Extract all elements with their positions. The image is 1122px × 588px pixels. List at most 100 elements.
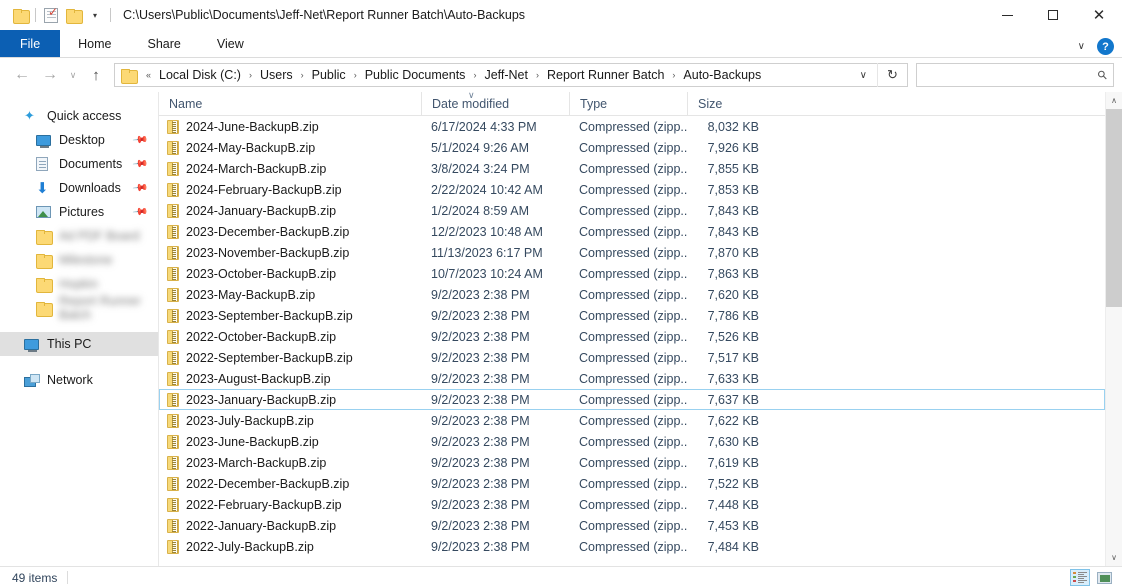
folder-icon — [36, 277, 54, 293]
sidebar-item-folder-2[interactable]: Milestone — [0, 248, 158, 272]
sidebar-item-folder-4[interactable]: Report Runner Batch — [0, 294, 158, 322]
file-explorer-window: ▾ C:\Users\Public\Documents\Jeff-Net\Rep… — [0, 0, 1122, 588]
tab-file[interactable]: File — [0, 30, 61, 58]
tab-home[interactable]: Home — [60, 30, 129, 58]
properties-button[interactable] — [40, 4, 62, 26]
back-button[interactable]: ← — [8, 61, 36, 89]
table-row[interactable]: 2023-October-BackupB.zip 10/7/2023 10:24 … — [159, 263, 1105, 284]
breadcrumb-item-jeff-net[interactable]: Jeff-Net — [481, 68, 531, 82]
navigation-pane: ✦ Quick access Desktop 📌 Documents 📌 ⬇ D… — [0, 92, 158, 566]
table-row[interactable]: 2023-July-BackupB.zip 9/2/2023 2:38 PM Com… — [159, 410, 1105, 431]
scrollbar-thumb[interactable] — [1105, 109, 1122, 307]
large-icons-view-button[interactable] — [1094, 569, 1114, 586]
table-row[interactable]: 2022-July-BackupB.zip 9/2/2023 2:38 PM Com… — [159, 536, 1105, 557]
table-row[interactable]: 2023-August-BackupB.zip 9/2/2023 2:38 PM C… — [159, 368, 1105, 389]
cell-size: 7,622 KB — [707, 413, 759, 428]
table-row[interactable]: 2023-January-BackupB.zip 9/2/2023 2:38 PM… — [159, 389, 1105, 410]
sidebar-item-quick-access[interactable]: ✦ Quick access — [0, 104, 158, 128]
cell-name: 2023-January-BackupB.zip — [159, 389, 421, 410]
vertical-scrollbar[interactable]: ∧ ∨ — [1105, 92, 1122, 566]
expand-ribbon-button[interactable]: ∨ — [1078, 41, 1085, 52]
breadcrumb-separator[interactable]: › — [667, 70, 680, 80]
table-row[interactable]: 2023-November-BackupB.zip 11/13/2023 6:17… — [159, 242, 1105, 263]
cell-size: 7,637 KB — [707, 392, 759, 407]
scrollbar-track[interactable] — [1105, 109, 1122, 549]
search-input[interactable] — [923, 68, 1099, 82]
close-button[interactable]: ✕ — [1076, 0, 1122, 30]
breadcrumb-separator[interactable]: › — [296, 70, 309, 80]
sidebar-item-label: Ad PDF Board — [59, 229, 140, 243]
help-button[interactable]: ? — [1097, 38, 1114, 55]
column-header-type[interactable]: Type — [569, 91, 687, 116]
cell-date-modified: 2/22/2024 10:42 AM — [431, 182, 543, 197]
table-row[interactable]: 2024-January-BackupB.zip 1/2/2024 8:59 AM… — [159, 200, 1105, 221]
breadcrumb-item-local-disk[interactable]: Local Disk (C:) — [156, 68, 244, 82]
table-row[interactable]: 2023-June-BackupB.zip 9/2/2023 2:38 PM Com… — [159, 431, 1105, 452]
details-view-button[interactable] — [1070, 569, 1090, 586]
table-row[interactable]: 2022-September-BackupB.zip 9/2/2023 2:38 … — [159, 347, 1105, 368]
minimize-button[interactable] — [984, 0, 1030, 30]
column-header-date-modified[interactable]: ∨ Date modified — [421, 90, 569, 116]
breadcrumb-item-users[interactable]: Users — [257, 68, 296, 82]
maximize-button[interactable] — [1030, 0, 1076, 30]
breadcrumb-separator[interactable]: › — [244, 70, 257, 80]
search-box[interactable]: ⚲ — [916, 63, 1114, 87]
tab-share[interactable]: Share — [130, 30, 199, 58]
cell-size: 7,855 KB — [707, 161, 759, 176]
sidebar-item-pictures[interactable]: Pictures 📌 — [0, 200, 158, 224]
breadcrumb-item-auto-backups[interactable]: Auto-Backups — [680, 68, 764, 82]
table-row[interactable]: 2024-February-BackupB.zip 2/22/2024 10:42… — [159, 179, 1105, 200]
table-row[interactable]: 2023-December-BackupB.zip 12/2/2023 10:48… — [159, 221, 1105, 242]
breadcrumb-dropdown-button[interactable]: ∨ — [850, 70, 877, 81]
sidebar-item-documents[interactable]: Documents 📌 — [0, 152, 158, 176]
file-name-label: 2023-January-BackupB.zip — [186, 392, 337, 407]
column-header-name[interactable]: Name — [159, 92, 421, 116]
breadcrumb-separator[interactable]: › — [349, 70, 362, 80]
sidebar-item-folder-3[interactable]: Hopkin — [0, 272, 158, 296]
table-row[interactable]: 2023-May-BackupB.zip 9/2/2023 2:38 PM Comp… — [159, 284, 1105, 305]
breadcrumb-item-public[interactable]: Public — [309, 68, 349, 82]
table-row[interactable]: 2024-March-BackupB.zip 3/8/2024 3:24 PM Co… — [159, 158, 1105, 179]
sidebar-item-label: This PC — [47, 337, 92, 351]
cell-date-modified: 12/2/2023 10:48 AM — [431, 224, 543, 239]
table-row[interactable]: 2024-June-BackupB.zip 6/17/2024 4:33 PM Co… — [159, 116, 1105, 137]
cell-date-modified: 9/2/2023 2:38 PM — [431, 434, 530, 449]
breadcrumb-item-report-runner-batch[interactable]: Report Runner Batch — [544, 68, 667, 82]
table-row[interactable]: 2022-December-BackupB.zip 9/2/2023 2:38 P… — [159, 473, 1105, 494]
sidebar-item-this-pc[interactable]: This PC — [0, 332, 158, 356]
table-row[interactable]: 2022-October-BackupB.zip 9/2/2023 2:38 PM… — [159, 326, 1105, 347]
column-header-size[interactable]: Size — [687, 91, 767, 116]
customize-qat-button[interactable]: ▾ — [84, 4, 106, 26]
sidebar-item-network[interactable]: Network — [0, 368, 158, 392]
sidebar-item-downloads[interactable]: ⬇ Downloads 📌 — [0, 176, 158, 200]
table-row[interactable]: 2022-February-BackupB.zip 9/2/2023 2:38 P… — [159, 494, 1105, 515]
explorer-icon[interactable] — [9, 4, 31, 26]
file-name-label: 2022-December-BackupB.zip — [186, 476, 350, 491]
breadcrumb-separator[interactable]: › — [531, 70, 544, 80]
recent-locations-button[interactable]: ∨ — [64, 61, 82, 89]
sidebar-item-label: Milestone — [59, 253, 113, 267]
sidebar-item-folder-1[interactable]: Ad PDF Board — [0, 224, 158, 248]
table-row[interactable]: 2023-September-BackupB.zip 9/2/2023 2:38 … — [159, 305, 1105, 326]
refresh-button[interactable]: ↻ — [877, 63, 907, 87]
tab-view[interactable]: View — [199, 30, 262, 58]
forward-button[interactable]: → — [36, 61, 64, 89]
column-header-label: Type — [580, 96, 608, 111]
table-row[interactable]: 2023-March-BackupB.zip 9/2/2023 2:38 PM Co… — [159, 452, 1105, 473]
table-row[interactable]: 2022-January-BackupB.zip 9/2/2023 2:38 PM… — [159, 515, 1105, 536]
scroll-up-button[interactable]: ∧ — [1106, 92, 1122, 109]
scroll-down-button[interactable]: ∨ — [1106, 549, 1122, 566]
up-button[interactable]: ↑ — [82, 61, 110, 89]
file-name-label: 2023-November-BackupB.zip — [186, 245, 350, 260]
cell-size: 7,843 KB — [707, 203, 759, 218]
star-icon: ✦ — [24, 108, 35, 123]
new-folder-button[interactable] — [62, 4, 84, 26]
breadcrumb-separator[interactable]: › — [468, 70, 481, 80]
breadcrumb-bar[interactable]: « Local Disk (C:) › Users › Public › Pub… — [114, 63, 908, 87]
file-name-label: 2023-July-BackupB.zip — [186, 413, 314, 428]
table-row[interactable]: 2024-May-BackupB.zip 5/1/2024 9:26 AM Comp… — [159, 137, 1105, 158]
cell-name: 2022-September-BackupB.zip — [159, 347, 421, 368]
sidebar-item-desktop[interactable]: Desktop 📌 — [0, 128, 158, 152]
breadcrumb-item-public-documents[interactable]: Public Documents — [362, 68, 469, 82]
breadcrumb-overflow[interactable]: « — [141, 70, 156, 80]
